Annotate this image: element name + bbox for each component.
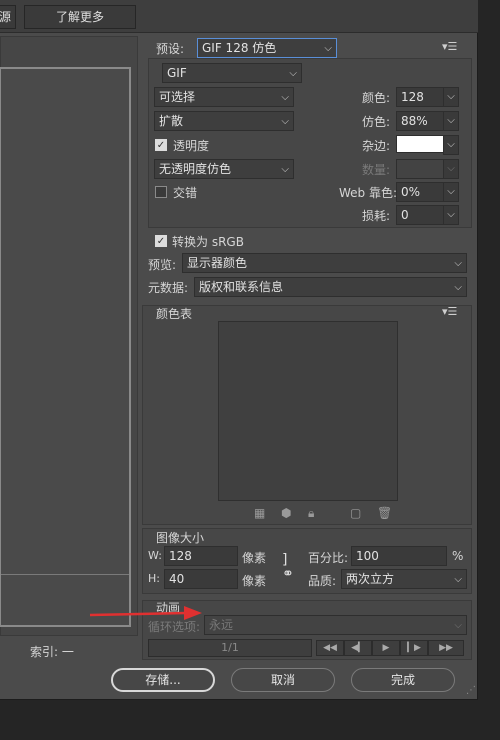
- width-input[interactable]: 128: [164, 546, 238, 566]
- metadata-label: 元数据:: [148, 281, 189, 295]
- transparency-checkbox[interactable]: ✓: [155, 139, 167, 151]
- chevron-down-icon: ⌵: [454, 620, 462, 631]
- dither-algorithm-select[interactable]: 扩散 ⌵: [154, 111, 294, 131]
- convert-srgb-checkbox[interactable]: ✓: [155, 235, 167, 247]
- height-label: H:: [148, 572, 160, 585]
- quality-value: 两次立方: [346, 572, 395, 586]
- quality-label: 品质:: [308, 574, 337, 588]
- frame-counter: 1/1: [148, 639, 312, 657]
- web-snap-label: Web 靠色:: [339, 186, 398, 200]
- metadata-select[interactable]: 版权和联系信息 ⌵: [194, 277, 467, 297]
- convert-srgb-label: 转换为 sRGB: [172, 235, 244, 249]
- color-table-title: 颜色表: [156, 307, 193, 321]
- chevron-down-icon: ⌵: [281, 164, 289, 175]
- matte-color-swatch[interactable]: [396, 135, 444, 153]
- web-snap-dropdown[interactable]: ⌵: [443, 182, 459, 202]
- link-dimensions-icon[interactable]: ] ⚭: [282, 553, 298, 581]
- chevron-down-icon: ⌵: [454, 574, 462, 585]
- lossy-input[interactable]: 0: [396, 205, 444, 225]
- color-reduction-select[interactable]: 可选择 ⌵: [154, 87, 294, 107]
- preview-area: [0, 36, 138, 636]
- save-button[interactable]: 存储...: [111, 668, 215, 692]
- dither-algorithm-value: 扩散: [159, 114, 184, 128]
- resize-grip-icon[interactable]: ⋰: [466, 685, 476, 696]
- preview-divider: [1, 574, 129, 575]
- format-select[interactable]: GIF ⌵: [162, 63, 302, 83]
- interlaced-checkbox[interactable]: [155, 186, 167, 198]
- map-transparency-icon[interactable]: ▦: [254, 506, 265, 520]
- width-unit: 像素: [242, 551, 267, 565]
- dither-label: 仿色:: [362, 115, 391, 129]
- height-input[interactable]: 40: [164, 569, 238, 589]
- new-color-icon[interactable]: ▢: [350, 506, 361, 520]
- transparency-dither-value: 无透明度仿色: [159, 162, 232, 176]
- preview-image-frame[interactable]: [0, 67, 131, 627]
- web-snap-input[interactable]: 0%: [396, 182, 444, 202]
- height-unit: 像素: [242, 574, 267, 588]
- loop-options-select[interactable]: 永远 ⌵: [204, 615, 467, 635]
- top-toolbar: 源 了解更多: [0, 0, 478, 33]
- next-frame-button[interactable]: ▎▶: [400, 640, 428, 656]
- arrow-shaft: [89, 611, 187, 617]
- first-frame-button[interactable]: ◀◀: [316, 640, 344, 656]
- save-for-web-dialog: 源 了解更多 索引: 一 预设: GIF 128 仿色 ⌵ ▾☰ GIF ⌵ 可选择…: [0, 0, 478, 700]
- color-reduction-value: 可选择: [159, 90, 196, 104]
- percent-input[interactable]: 100: [351, 546, 447, 566]
- width-label: W:: [148, 549, 162, 562]
- dither-input[interactable]: 88%: [396, 111, 444, 131]
- dither-dropdown[interactable]: ⌵: [443, 111, 459, 131]
- loop-options-value: 永远: [209, 618, 234, 632]
- color-table-grid[interactable]: [218, 321, 398, 501]
- preview-select[interactable]: 显示器颜色 ⌵: [182, 253, 467, 273]
- percent-unit: %: [452, 549, 464, 563]
- arrow-head: [184, 606, 202, 620]
- lossy-dropdown[interactable]: ⌵: [443, 205, 459, 225]
- chevron-down-icon: ⌵: [281, 92, 289, 103]
- amount-dropdown[interactable]: ⌵: [443, 159, 459, 179]
- preset-label: 预设:: [156, 42, 185, 56]
- cancel-button[interactable]: 取消: [231, 668, 335, 692]
- format-value: GIF: [167, 66, 187, 80]
- lossy-label: 损耗:: [362, 209, 391, 223]
- index-label: 索引: 一: [30, 645, 74, 659]
- colors-label: 颜色:: [362, 91, 391, 105]
- transparency-label: 透明度: [173, 139, 210, 153]
- preset-select[interactable]: GIF 128 仿色 ⌵: [197, 38, 337, 58]
- previous-frame-button[interactable]: ◀▎: [344, 640, 372, 656]
- web-shift-cube-icon[interactable]: ⬢: [281, 506, 291, 520]
- matte-label: 杂边:: [362, 139, 391, 153]
- chevron-down-icon: ⌵: [454, 258, 462, 269]
- amount-label: 数量:: [362, 163, 391, 177]
- panel-menu-icon[interactable]: ▾☰: [442, 40, 457, 53]
- chevron-down-icon: ⌵: [281, 116, 289, 127]
- original-tab-button[interactable]: 源: [0, 5, 16, 29]
- chevron-down-icon: ⌵: [454, 282, 462, 293]
- image-size-title: 图像大小: [156, 531, 205, 545]
- amount-input[interactable]: [396, 159, 444, 179]
- last-frame-button[interactable]: ▶▶: [428, 640, 464, 656]
- colors-input[interactable]: 128: [396, 87, 444, 107]
- preview-value: 显示器颜色: [187, 256, 248, 270]
- trash-icon[interactable]: 🗑︎: [377, 506, 392, 520]
- done-button[interactable]: 完成: [351, 668, 455, 692]
- color-table-menu-icon[interactable]: ▾☰: [442, 305, 457, 318]
- learn-more-button[interactable]: 了解更多: [24, 5, 136, 29]
- chevron-down-icon: ⌵: [324, 43, 332, 54]
- metadata-value: 版权和联系信息: [199, 280, 284, 294]
- red-arrow-annotation: [89, 606, 202, 620]
- preset-value: GIF 128 仿色: [202, 41, 277, 55]
- colors-dropdown[interactable]: ⌵: [443, 87, 459, 107]
- play-button[interactable]: ▶: [372, 640, 400, 656]
- quality-select[interactable]: 两次立方 ⌵: [341, 569, 467, 589]
- lock-color-icon[interactable]: 🔒︎: [308, 506, 314, 521]
- chevron-down-icon: ⌵: [289, 68, 297, 79]
- percent-label: 百分比:: [308, 551, 349, 565]
- interlaced-label: 交错: [173, 186, 198, 200]
- preview-label: 预览:: [148, 258, 177, 272]
- transparency-dither-select[interactable]: 无透明度仿色 ⌵: [154, 159, 294, 179]
- matte-dropdown[interactable]: ⌵: [443, 135, 459, 155]
